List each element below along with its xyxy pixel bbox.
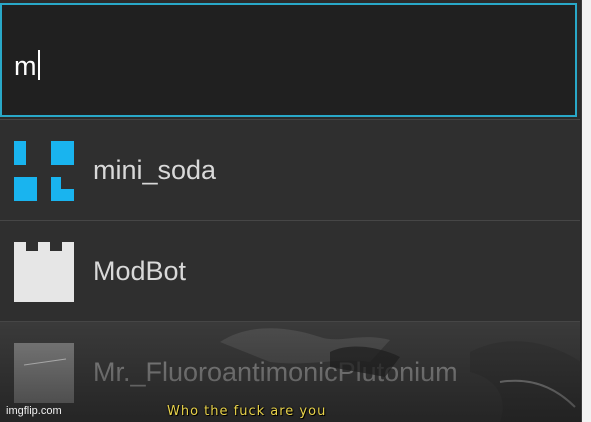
mini-soda-blocks-icon bbox=[14, 141, 74, 201]
search-input-text: m bbox=[14, 49, 40, 83]
text-caret bbox=[37, 50, 40, 80]
search-input[interactable]: m bbox=[0, 3, 577, 117]
list-item[interactable]: ModBot bbox=[0, 220, 580, 321]
gray-square-avatar-icon bbox=[14, 343, 74, 403]
search-input-value: m bbox=[14, 51, 37, 81]
list-item[interactable]: mini_soda bbox=[0, 119, 580, 220]
result-label: mini_soda bbox=[93, 155, 217, 185]
watermark-text: imgflip.com bbox=[6, 405, 62, 417]
castle-tower-icon bbox=[14, 242, 74, 302]
meme-caption: Who the fuck are you bbox=[167, 404, 327, 419]
result-label: ModBot bbox=[93, 256, 187, 286]
mention-autocomplete-panel: m mini_soda ModBot Mr._FluoroantimonicPl… bbox=[0, 0, 582, 422]
